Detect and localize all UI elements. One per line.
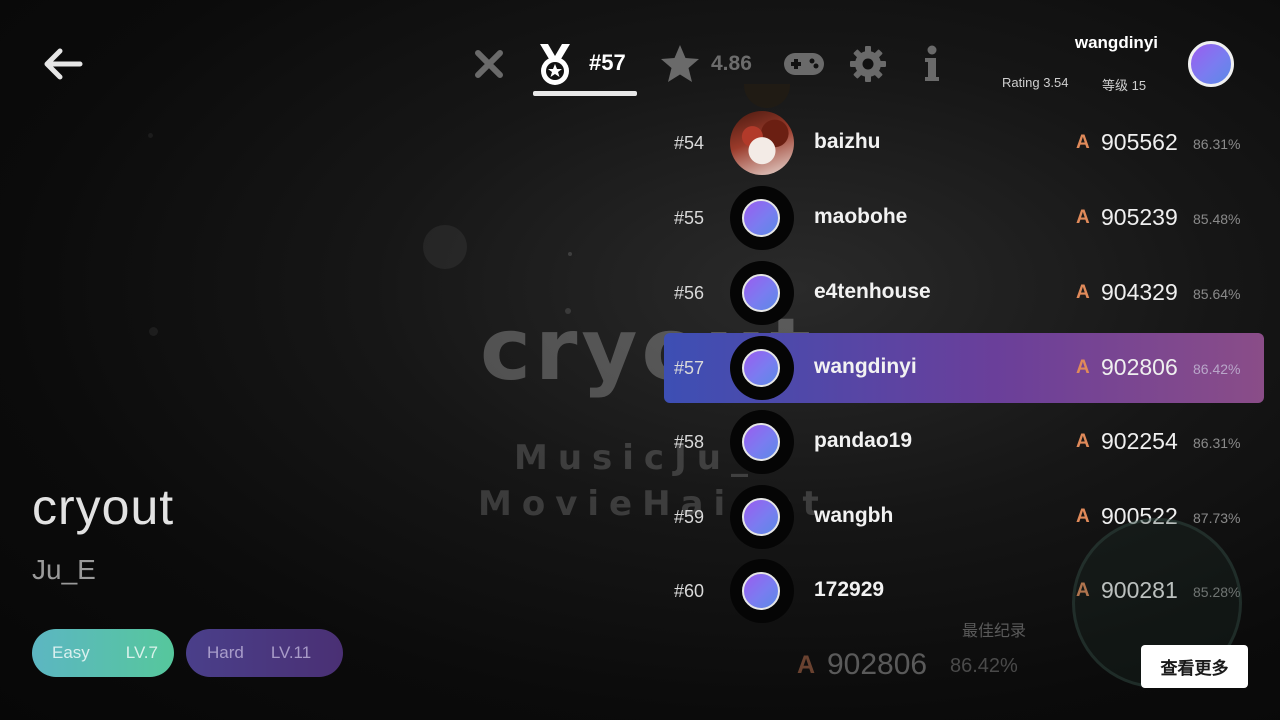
avatar: [742, 349, 780, 387]
row-grade: A: [1076, 506, 1090, 527]
row-rank: #59: [674, 507, 705, 527]
user-level: 等级 15: [1102, 78, 1147, 93]
row-score: 902254: [1101, 428, 1178, 454]
row-accuracy: 86.42%: [1193, 361, 1241, 377]
avatar: [742, 498, 780, 536]
row-rank: #54: [674, 133, 705, 153]
row-score: 902806: [1101, 354, 1178, 380]
difficulty-level: LV.7: [125, 643, 158, 662]
row-score: 905562: [1101, 129, 1178, 155]
user-rating: Rating 3.54: [1002, 75, 1069, 90]
info-icon: [925, 45, 939, 81]
row-player-name: maobohe: [814, 205, 908, 228]
difficulty-hard-button[interactable]: Hard LV.11: [186, 629, 343, 677]
bg-dot: [423, 225, 467, 269]
medal-icon: [540, 44, 570, 85]
row-player-name: wangdinyi: [814, 355, 917, 378]
gamepad-button[interactable]: [782, 42, 826, 86]
gear-icon: [850, 46, 886, 82]
back-button[interactable]: [40, 44, 86, 84]
bg-dot: [148, 133, 153, 138]
row-player-name: e4tenhouse: [814, 280, 931, 303]
row-accuracy: 86.31%: [1193, 136, 1241, 152]
back-arrow-icon: [44, 48, 83, 80]
avatar: [730, 111, 794, 175]
row-accuracy: 86.31%: [1193, 435, 1241, 451]
bg-dot: [568, 252, 572, 256]
row-rank: #57: [674, 358, 705, 378]
rating-tab[interactable]: [658, 42, 702, 86]
row-rank: #60: [674, 581, 705, 601]
gamepad-icon: [784, 53, 824, 75]
avatar: [742, 572, 780, 610]
difficulty-easy-button[interactable]: Easy LV.7: [32, 629, 174, 677]
rank-tab-label: #57: [589, 50, 626, 75]
best-record-grade: A: [797, 651, 816, 679]
row-accuracy: 87.73%: [1193, 510, 1241, 526]
row-grade: A: [1076, 357, 1090, 378]
bg-dot: [149, 327, 158, 336]
rating-value: 4.86: [711, 52, 752, 75]
row-score: 905239: [1101, 204, 1178, 230]
difficulty-level: LV.11: [270, 643, 312, 662]
row-grade: A: [1076, 431, 1090, 452]
partial-avatar: [744, 84, 790, 108]
row-player-name: 172929: [814, 578, 885, 601]
user-avatar[interactable]: [1188, 41, 1234, 87]
best-record-accuracy: 86.42%: [950, 655, 1018, 677]
tab-rank[interactable]: #57: [532, 40, 638, 98]
leaderboard-row[interactable]: #54 baizhu A 905562 86.31%: [664, 108, 1264, 178]
row-accuracy: 85.64%: [1193, 286, 1241, 302]
difficulty-name: Hard: [207, 643, 244, 662]
close-icon: [475, 50, 503, 78]
song-artist: Ju_E: [32, 554, 96, 585]
leaderboard-row[interactable]: #55 maobohe A 905239 85.48%: [664, 183, 1264, 253]
row-grade: A: [1076, 207, 1090, 228]
row-player-name: wangbh: [814, 504, 894, 527]
best-record-label: 最佳纪录: [962, 621, 1027, 640]
row-grade: A: [1076, 282, 1090, 303]
user-name: wangdinyi: [1074, 33, 1158, 52]
avatar: [742, 423, 780, 461]
row-rank: #56: [674, 283, 705, 303]
avatar: [742, 199, 780, 237]
row-rank: #55: [674, 208, 705, 228]
avatar: [742, 274, 780, 312]
row-player-name: pandao19: [814, 429, 913, 452]
song-title: cryout: [32, 479, 175, 535]
row-accuracy: 85.48%: [1193, 211, 1241, 227]
leaderboard-row[interactable]: #56 e4tenhouse A 904329 85.64%: [664, 258, 1264, 328]
row-grade: A: [1076, 132, 1090, 153]
difficulty-name: Easy: [52, 643, 90, 662]
active-tab-indicator: [533, 91, 637, 96]
settings-button[interactable]: [848, 42, 888, 86]
star-icon: [661, 45, 699, 82]
row-score: 904329: [1101, 279, 1178, 305]
info-button[interactable]: [922, 42, 942, 86]
view-more-button[interactable]: 查看更多: [1141, 645, 1248, 688]
row-rank: #58: [674, 432, 705, 452]
row-player-name: baizhu: [814, 130, 881, 153]
best-record-score: 902806: [827, 648, 928, 681]
leaderboard-row[interactable]: #58 pandao19 A 902254 86.31%: [664, 407, 1264, 477]
leaderboard-row-current-user[interactable]: #57 wangdinyi A 902806 86.42%: [664, 333, 1264, 403]
close-button[interactable]: [472, 42, 506, 86]
